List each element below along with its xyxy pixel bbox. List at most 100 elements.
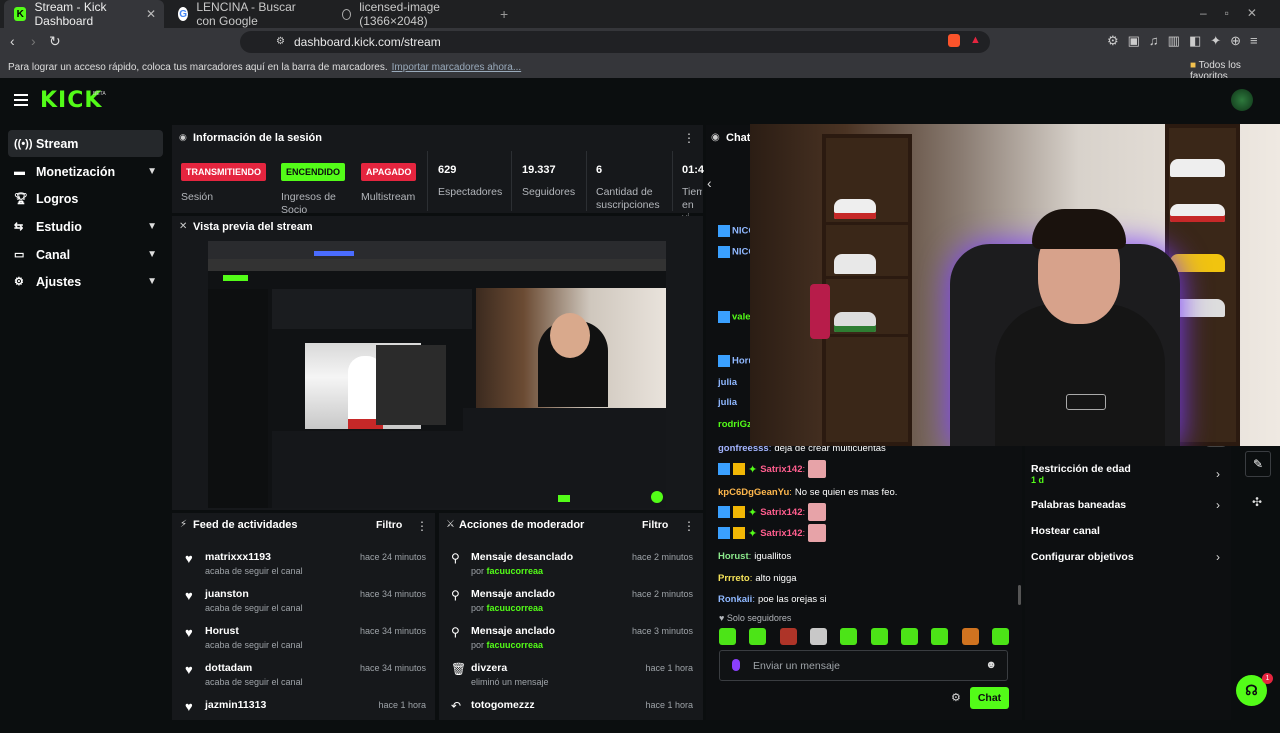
integrations-icon[interactable]: ✣: [1252, 495, 1262, 509]
age-restriction-label: Restricción de edad: [1031, 463, 1131, 475]
window-controls[interactable]: –▫✕: [1200, 6, 1275, 20]
help-notification-badge: 1: [1262, 673, 1273, 684]
followers-value: 19.337: [522, 164, 556, 176]
mod-action-name: divzera: [471, 662, 508, 674]
feed-item[interactable]: ♥ Horust acaba de seguir el canal hace 34 m…: [176, 622, 432, 659]
chat-partial-row[interactable]: rodriGz: [718, 419, 752, 430]
trophy-icon: 🏆︎: [14, 193, 28, 205]
chat-message[interactable]: ✦ Satrix142:: [718, 523, 827, 543]
sidebar-item-label: Logros: [36, 191, 79, 206]
feed-username: matrixxx1193: [205, 551, 271, 563]
chat-scrollbar[interactable]: [1018, 585, 1021, 605]
feed-item[interactable]: ♥ matrixxx1193 acaba de seguir el canal hac…: [176, 548, 432, 585]
feed-time: hace 1 hora: [378, 700, 426, 710]
sidebar-item-logros[interactable]: 🏆︎ Logros: [8, 185, 163, 212]
sidebar-item-ajustes[interactable]: ⚙ Ajustes ▼: [8, 268, 163, 295]
chat-partial-row[interactable]: julia: [718, 397, 737, 408]
feed-username: dottadam: [205, 662, 253, 674]
tab-licensed-image[interactable]: licensed-image (1366×2048): [332, 0, 492, 28]
tab-google-search[interactable]: G LENCINA - Buscar con Google: [168, 0, 328, 28]
sidebar-item-canal[interactable]: ▭ Canal ▼: [8, 241, 163, 268]
mod-action-item[interactable]: ⚲ Mensaje anclado por facuucorreaa hace 3 m…: [443, 622, 699, 659]
gear-icon: ⚙: [14, 276, 24, 288]
chat-message[interactable]: Prrreto: alto nigga: [718, 568, 797, 588]
emote-button[interactable]: [840, 628, 858, 645]
feed-filter-button[interactable]: Filtro: [376, 519, 402, 531]
more-options-icon[interactable]: ⋮: [416, 519, 428, 533]
mod-action-item[interactable]: ⚲ Mensaje anclado por facuucorreaa hace 2 m…: [443, 585, 699, 622]
mod-action-name: Mensaje anclado: [471, 588, 556, 600]
chat-message[interactable]: ✦ Satrix142:: [718, 459, 827, 479]
emote-button[interactable]: [870, 628, 888, 645]
user-avatar[interactable]: [1231, 89, 1253, 111]
mod-action-by: por facuucorreaa: [471, 640, 543, 650]
multistream-label: Multistream: [361, 191, 416, 203]
stream-preview-video[interactable]: [208, 241, 666, 508]
brave-rewards-icon[interactable]: ▲: [970, 34, 981, 46]
mod-badge-icon: [718, 311, 730, 323]
host-channel-item[interactable]: Hostear canal: [1031, 525, 1100, 537]
brave-shield-icon[interactable]: [948, 34, 960, 47]
chat-message[interactable]: ✦ Satrix142:: [718, 502, 827, 522]
mod-action-item[interactable]: 🗑︎ divzera eliminó un mensaje hace 1 hora: [443, 659, 699, 696]
address-bar[interactable]: dashboard.kick.com/stream: [240, 31, 990, 53]
chat-title: Chat: [726, 132, 751, 144]
wrench-icon[interactable]: ✎: [1245, 451, 1271, 477]
money-icon: ▬: [14, 165, 25, 178]
collapse-chat-icon[interactable]: ‹: [707, 175, 712, 191]
sidebar-item-monetizacion[interactable]: ▬ Monetización ▼: [8, 158, 163, 185]
heart-icon: ♥: [185, 551, 193, 566]
chat-input[interactable]: Enviar un mensaje ☻: [719, 650, 1008, 681]
emote-button[interactable]: [931, 628, 949, 645]
feed-item[interactable]: ♥ juanston acaba de seguir el canal hace 34…: [176, 585, 432, 622]
feed-item[interactable]: ♥ jazmin11313 hace 1 hora: [176, 696, 432, 733]
feed-username: Horust: [205, 625, 239, 637]
forward-icon[interactable]: ›: [31, 33, 36, 49]
more-options-icon[interactable]: ⋮: [683, 131, 695, 145]
mod-action-item[interactable]: ⚲ Mensaje desanclado por facuucorreaa hace …: [443, 548, 699, 585]
more-options-icon[interactable]: ⋮: [683, 519, 695, 533]
sidebar-item-estudio[interactable]: ⇆ Estudio ▼: [8, 213, 163, 240]
emote-button[interactable]: [779, 628, 797, 645]
tab-kick-dashboard[interactable]: K Stream - Kick Dashboard ✕: [4, 0, 164, 28]
sidebar-item-stream[interactable]: ((•)) Stream: [8, 130, 163, 157]
import-bookmarks-link[interactable]: Importar marcadores ahora...: [392, 62, 522, 73]
reload-icon[interactable]: ↻: [49, 33, 61, 50]
back-icon[interactable]: ‹: [10, 33, 15, 49]
emote-button[interactable]: [719, 628, 736, 645]
pin-icon: ⚲: [451, 625, 460, 639]
emote-button[interactable]: [749, 628, 767, 645]
chat-message[interactable]: Horust: iguallitos: [718, 546, 791, 566]
mod-badge-icon: [718, 527, 730, 539]
mod-filter-button[interactable]: Filtro: [642, 519, 668, 531]
mod-action-item[interactable]: ↶ totogomezzz hace 1 hora: [443, 696, 699, 733]
mod-badge-icon: [718, 463, 730, 475]
banned-words-item[interactable]: Palabras baneadas: [1031, 499, 1126, 511]
extensions-icons[interactable]: ⚙▣♫▥◧✦⊕≡: [1107, 33, 1267, 49]
chat-message[interactable]: Ronkaii: poe las orejas si: [718, 589, 827, 609]
chat-message[interactable]: kpC6DgGeanYu: No se quien es mas feo.: [718, 482, 897, 502]
emote-button[interactable]: [900, 628, 918, 645]
tab-title: LENCINA - Buscar con Google: [196, 0, 296, 28]
close-tab-icon[interactable]: ✕: [146, 7, 156, 21]
beta-label: BETA: [93, 91, 106, 97]
hamburger-menu-icon[interactable]: [14, 94, 28, 106]
send-chat-button[interactable]: Chat: [970, 687, 1009, 709]
set-goals-item[interactable]: Configurar objetivos: [1031, 551, 1134, 563]
chat-settings-icon[interactable]: ⚙: [951, 691, 961, 704]
feed-time: hace 34 minutos: [359, 626, 426, 636]
emote-button[interactable]: [809, 628, 827, 645]
emote-button[interactable]: [961, 628, 979, 645]
verified-badge-icon: ✦: [748, 506, 758, 519]
undo-icon: ↶: [451, 699, 462, 713]
microphone-icon[interactable]: [732, 659, 740, 671]
chat-partial-row[interactable]: julia: [718, 377, 737, 388]
mod-action-by-text: por: [471, 640, 485, 650]
site-info-icon[interactable]: ⚙: [276, 36, 285, 47]
new-tab-icon[interactable]: +: [500, 6, 508, 22]
age-restriction-item[interactable]: Restricción de edad 1 d: [1031, 463, 1131, 485]
subscriptions-value: 6: [596, 164, 603, 176]
emoji-icon[interactable]: ☻: [985, 659, 997, 671]
emote-button[interactable]: [991, 628, 1009, 645]
feed-item[interactable]: ♥ dottadam acaba de seguir el canal hace 34…: [176, 659, 432, 696]
